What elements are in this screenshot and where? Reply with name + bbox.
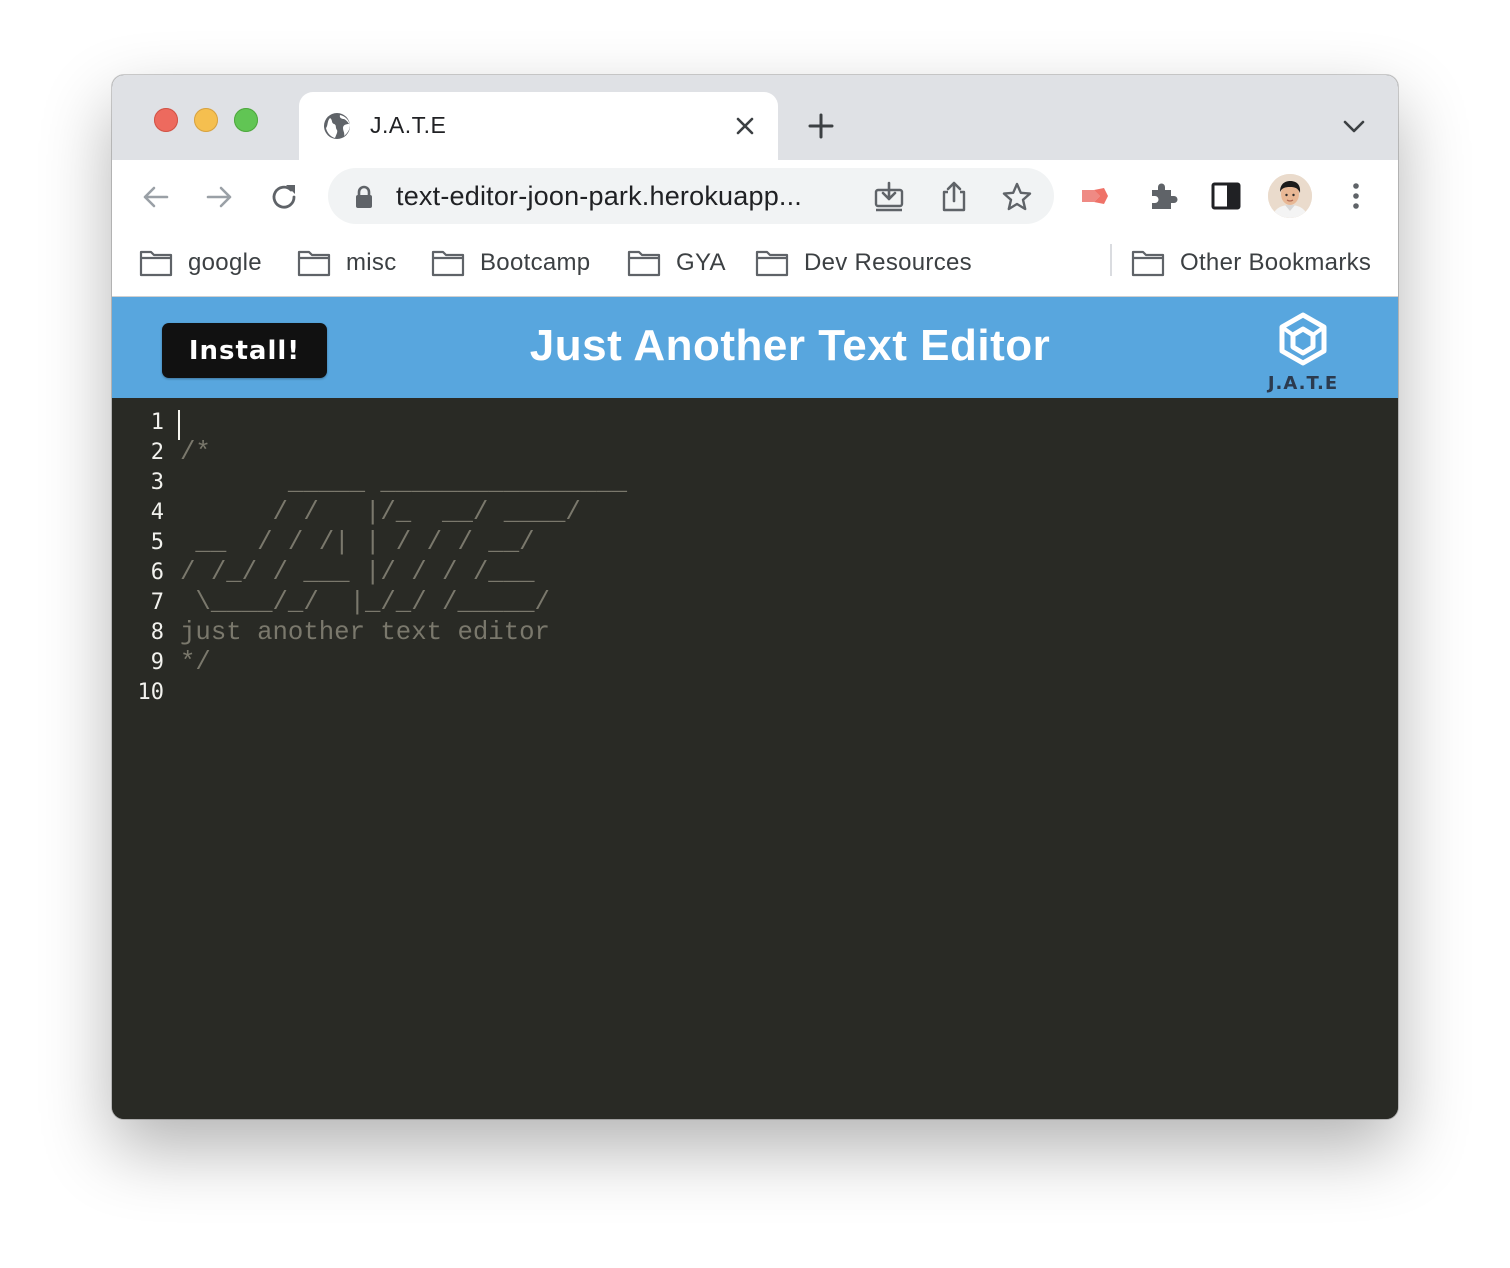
line-number: 1 [150, 410, 164, 435]
bookmark-label: Dev Resources [804, 249, 972, 276]
close-tab-icon[interactable] [733, 114, 757, 138]
side-panel-icon[interactable] [1208, 178, 1244, 214]
profile-avatar[interactable] [1268, 174, 1312, 218]
folder-icon [139, 250, 173, 277]
tab-title: J.A.T.E [370, 112, 447, 138]
folder-icon [431, 250, 465, 277]
jate-logo: J.A.T.E [1258, 307, 1348, 397]
code-line[interactable]: just another text editor [180, 618, 627, 648]
line-number: 4 [150, 500, 164, 525]
globe-icon [324, 113, 350, 139]
app-header: Install! Just Another Text Editor J.A.T.… [112, 297, 1398, 398]
code-editor[interactable]: 1 2 3 4 5 6 7 8 9 10 /* _____ __________… [112, 398, 1398, 1119]
code-area[interactable]: /* _____ ________________ / / |/_ __/ __… [180, 408, 627, 708]
avatar-icon [1268, 174, 1312, 218]
logo-wordmark: J.A.T.E [1267, 373, 1339, 394]
other-bookmarks-folder[interactable]: Other Bookmarks [1131, 230, 1371, 296]
bookmark-label: Other Bookmarks [1180, 249, 1372, 276]
code-line[interactable]: _____ ________________ [180, 468, 627, 498]
zoom-window-button[interactable] [234, 108, 258, 132]
install-app-icon[interactable] [872, 180, 906, 214]
line-number: 5 [150, 530, 164, 555]
forward-arrow-icon[interactable] [202, 180, 236, 214]
line-number-gutter: 1 2 3 4 5 6 7 8 9 10 [126, 408, 165, 708]
code-line[interactable]: __ / / /| | / / / __/ [180, 528, 627, 558]
cube-logo-icon [1279, 312, 1327, 366]
bookmark-label: GYA [676, 249, 726, 276]
tab-jate[interactable]: J.A.T.E [299, 92, 778, 160]
code-line[interactable] [180, 408, 627, 438]
install-button[interactable]: Install! [162, 323, 327, 378]
code-line[interactable]: /* [180, 438, 627, 468]
kebab-menu-icon[interactable] [1338, 178, 1374, 214]
address-bar[interactable]: text-editor-joon-park.herokuapp... [328, 168, 1054, 224]
share-icon[interactable] [937, 180, 971, 214]
browser-toolbar: text-editor-joon-park.herokuapp... 1 [112, 160, 1398, 309]
bookmark-label: Bootcamp [480, 249, 591, 276]
bookmarks-divider [1110, 244, 1112, 276]
browser-window: J.A.T.E text-editor-joon-park.herokuapp.… [112, 75, 1398, 1119]
new-tab-icon[interactable] [806, 111, 836, 141]
line-number: 2 [150, 440, 164, 465]
line-number: 3 [150, 470, 164, 495]
bookmarks-bar: google misc Bootcamp GYA Dev Resources O… [112, 230, 1398, 297]
line-number: 7 [150, 590, 164, 615]
puzzle-icon[interactable] [1144, 178, 1180, 214]
folder-icon [627, 250, 661, 277]
bookmark-folder-gya[interactable]: GYA [627, 230, 726, 296]
url-text[interactable]: text-editor-joon-park.herokuapp... [396, 181, 802, 212]
code-line[interactable]: / / |/_ __/ ____/ [180, 498, 627, 528]
bookmark-folder-bootcamp[interactable]: Bootcamp [431, 230, 590, 296]
code-line[interactable]: \____/_/ |_/_/ /_____/ [180, 588, 627, 618]
line-number: 8 [150, 620, 164, 645]
bookmark-folder-misc[interactable]: misc [297, 230, 397, 296]
reload-icon[interactable] [267, 180, 301, 214]
lock-icon[interactable] [354, 185, 374, 209]
chevron-down-icon[interactable] [1340, 115, 1368, 137]
bookmark-label: google [188, 249, 262, 276]
page-title: Just Another Text Editor [529, 321, 1051, 370]
bookmark-label: misc [346, 249, 397, 276]
back-arrow-icon[interactable] [139, 180, 173, 214]
folder-icon [297, 250, 331, 277]
line-number: 6 [150, 560, 164, 585]
folder-icon [755, 250, 789, 277]
minimize-window-button[interactable] [194, 108, 218, 132]
folder-icon [1131, 250, 1165, 277]
extension-icon[interactable] [1078, 178, 1114, 214]
code-line[interactable] [180, 678, 627, 708]
code-line[interactable]: / /_/ / ___ |/ / / /___ [180, 558, 627, 588]
line-number: 10 [137, 680, 165, 705]
close-window-button[interactable] [154, 108, 178, 132]
code-line[interactable]: */ [180, 648, 627, 678]
line-number: 9 [150, 650, 164, 675]
bookmark-star-icon[interactable] [1000, 180, 1034, 214]
bookmark-folder-dev-resources[interactable]: Dev Resources [755, 230, 972, 296]
bookmark-folder-google[interactable]: google [139, 230, 262, 296]
tab-strip: J.A.T.E [112, 75, 1398, 160]
